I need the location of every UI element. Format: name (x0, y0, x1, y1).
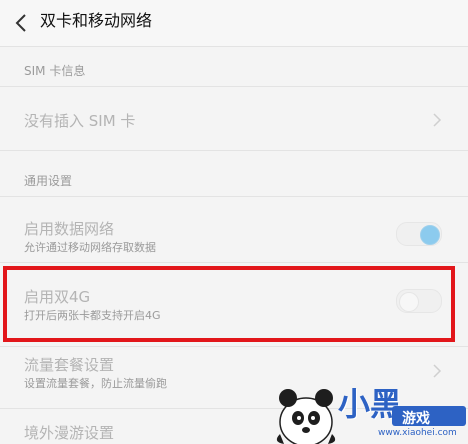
page-title: 双卡和移动网络 (40, 11, 153, 30)
header-divider (0, 46, 468, 47)
mobile-data-label: 启用数据网络 (24, 220, 115, 238)
row-divider (0, 346, 468, 347)
mobile-data-toggle[interactable] (396, 222, 442, 246)
section-divider (0, 86, 468, 87)
back-chevron-left-icon[interactable] (12, 12, 32, 34)
watermark-badge-text: 游戏 (402, 411, 430, 427)
data-plan-label: 流量套餐设置 (24, 356, 115, 374)
chevron-right-icon (433, 113, 442, 127)
section-label-sim-info: SIM 卡信息 (24, 64, 86, 78)
highlight-box (3, 266, 455, 342)
section-label-general: 通用设置 (24, 174, 73, 188)
sim-status-label: 没有插入 SIM 卡 (24, 112, 136, 130)
row-divider (0, 262, 468, 263)
roaming-label: 境外漫游设置 (24, 424, 115, 442)
section-divider (0, 196, 468, 197)
section-divider (0, 150, 468, 151)
data-plan-description: 设置流量套餐，防止流量偷跑 (24, 377, 167, 390)
mobile-data-description: 允许通过移动网络存取数据 (24, 241, 156, 254)
watermark-url: www.xiaohei.com (378, 428, 457, 438)
toggle-knob (420, 225, 440, 245)
top-bar: 双卡和移动网络 (0, 0, 468, 46)
chevron-right-icon (433, 364, 442, 378)
